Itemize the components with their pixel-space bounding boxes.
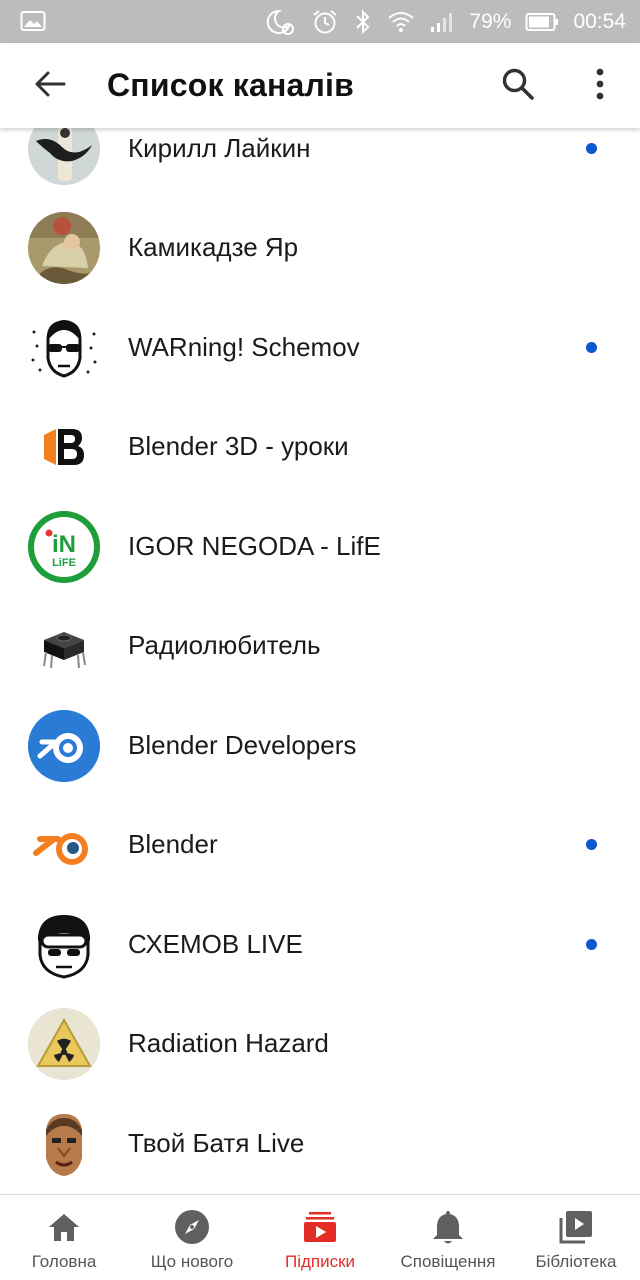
channel-avatar: [28, 211, 100, 284]
wifi-icon: [387, 10, 415, 34]
new-content-dot: [586, 839, 597, 851]
nav-item-home[interactable]: Головна: [0, 1195, 128, 1280]
channel-avatar: [28, 609, 100, 682]
channel-avatar: iN LiFE: [28, 510, 100, 583]
channel-row[interactable]: iN LiFE IGOR NEGODA - LifE: [0, 497, 640, 597]
svg-text:iN: iN: [52, 531, 76, 558]
bluetooth-icon: [353, 9, 373, 35]
channel-list: Кирилл Лайкин Камикадзе Яр WARning! Sche…: [0, 128, 640, 1194]
channel-row[interactable]: Камикадзе Яр: [0, 198, 640, 298]
channel-avatar: [28, 128, 100, 185]
new-content-dot: [586, 939, 597, 951]
channel-name: Blender 3D - уроки: [128, 431, 349, 462]
battery-percent: 79%: [469, 9, 512, 33]
nav-label: Сповіщення: [400, 1252, 496, 1271]
channel-row[interactable]: Твой Батя Live: [0, 1094, 640, 1194]
nav-label: Бібліотека: [535, 1252, 617, 1271]
bottom-navigation: Головна Що нового Підписки Сповіщення Бі…: [0, 1194, 640, 1280]
nav-item-library[interactable]: Бібліотека: [512, 1195, 640, 1280]
nav-item-explore[interactable]: Що нового: [128, 1195, 256, 1280]
compass-icon: [174, 1209, 210, 1245]
nav-label: Що нового: [150, 1252, 234, 1271]
channel-row[interactable]: Blender Developers: [0, 696, 640, 796]
nav-label: Підписки: [284, 1252, 356, 1271]
channel-name: Камикадзе Яр: [128, 232, 299, 263]
app-bar: Список каналів: [0, 43, 640, 128]
channel-row[interactable]: Blender 3D - уроки: [0, 397, 640, 497]
channel-avatar: [28, 908, 100, 981]
nav-label: Головна: [31, 1252, 97, 1271]
search-icon: [501, 67, 535, 106]
channel-avatar: [28, 410, 100, 483]
channel-name: Blender: [128, 829, 218, 860]
channel-name: Радиолюбитель: [128, 630, 321, 661]
nav-item-notifications[interactable]: Сповіщення: [384, 1195, 512, 1280]
image-icon: [20, 10, 46, 32]
svg-text:LiFE: LiFE: [52, 557, 76, 569]
nav-item-subscriptions[interactable]: Підписки: [256, 1195, 384, 1280]
alarm-icon: [311, 8, 339, 36]
channel-avatar: [28, 311, 100, 384]
subscriptions-icon: [303, 1209, 337, 1245]
channel-row[interactable]: СХЕМОВ LIVE: [0, 895, 640, 995]
channel-row[interactable]: Radiation Hazard: [0, 994, 640, 1094]
battery-icon: [525, 11, 559, 33]
clock: 00:54: [573, 9, 626, 33]
home-icon: [46, 1209, 82, 1245]
channel-name: Кирилл Лайкин: [128, 133, 311, 164]
channel-row[interactable]: Кирилл Лайкин: [0, 128, 640, 199]
more-vertical-icon: [595, 68, 605, 105]
channel-avatar: [28, 1107, 100, 1180]
channel-name: Radiation Hazard: [128, 1028, 329, 1059]
arrow-left-icon: [34, 70, 66, 103]
library-icon: [558, 1209, 594, 1245]
channel-name: IGOR NEGODA - LifE: [128, 531, 381, 562]
night-mode-icon: [265, 8, 297, 36]
new-content-dot: [586, 342, 597, 354]
channel-avatar: [28, 808, 100, 881]
channel-avatar: [28, 709, 100, 782]
new-content-dot: [586, 143, 597, 155]
signal-icon: [429, 10, 455, 34]
channel-row[interactable]: Blender: [0, 795, 640, 895]
channel-row[interactable]: WARning! Schemov: [0, 298, 640, 398]
page-title: Список каналів: [107, 67, 354, 103]
channel-name: СХЕМОВ LIVE: [128, 929, 303, 960]
channel-avatar: [28, 1007, 100, 1080]
back-button[interactable]: [22, 63, 78, 109]
channel-name: Blender Developers: [128, 730, 357, 761]
channel-name: WARning! Schemov: [128, 332, 360, 363]
channel-name: Твой Батя Live: [128, 1128, 305, 1159]
bell-icon: [432, 1209, 464, 1245]
more-options-button[interactable]: [580, 63, 620, 109]
search-button[interactable]: [492, 63, 544, 109]
channel-row[interactable]: Радиолюбитель: [0, 596, 640, 696]
status-bar: 79% 00:54: [0, 0, 640, 43]
